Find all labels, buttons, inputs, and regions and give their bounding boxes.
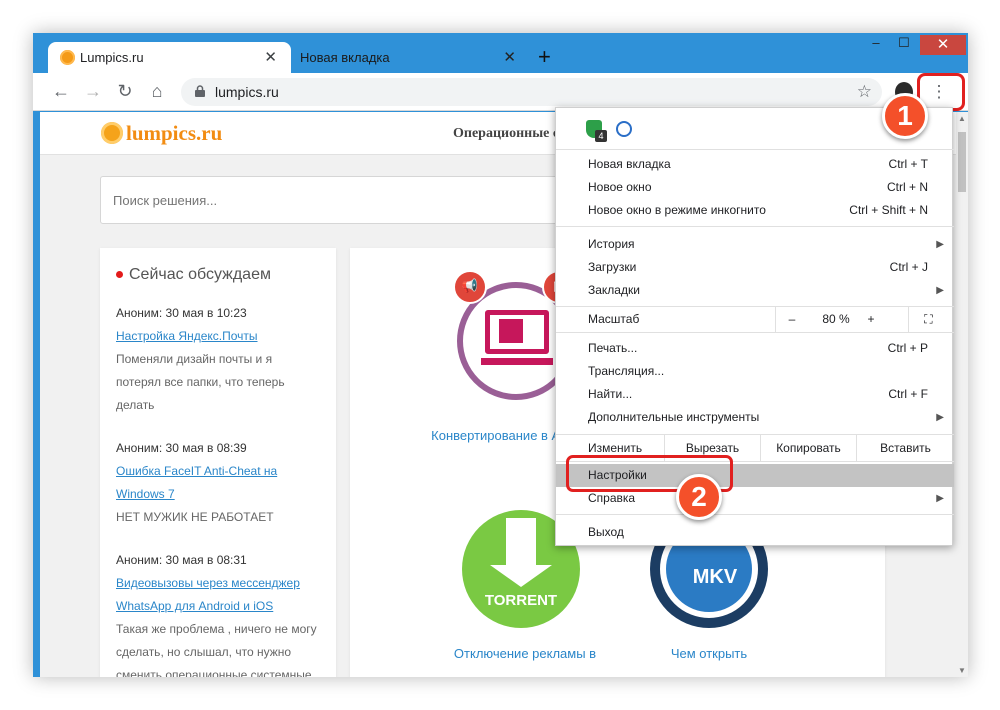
discussion-item: Аноним: 30 мая в 08:31 Видеовызовы через…	[116, 549, 320, 677]
torrent-label: TORRENT	[484, 592, 558, 609]
tab-lumpics[interactable]: Lumpics.ru ✕	[48, 42, 291, 73]
address-bar[interactable]: lumpics.ru ☆	[181, 78, 882, 106]
reload-button[interactable]: ↻	[113, 79, 137, 103]
home-button[interactable]: ⌂	[145, 79, 169, 103]
menu-item-cast[interactable]: Трансляция...	[556, 360, 954, 383]
submenu-arrow-icon: ▶	[936, 493, 944, 504]
discussion-heading: Сейчас обсуждаем	[116, 266, 320, 284]
menu-divider	[556, 332, 954, 333]
zoom-in-button[interactable]: +	[859, 307, 883, 332]
play-icon	[499, 319, 523, 343]
discussion-meta: Аноним: 30 мая в 08:39	[116, 441, 247, 455]
tab-strip: Lumpics.ru ✕ Новая вкладка ✕ + – ☐ ✕	[33, 33, 968, 73]
zoom-label: Масштаб	[588, 312, 640, 326]
zoom-value: 80 %	[822, 312, 850, 326]
tab-title: Lumpics.ru	[80, 50, 144, 65]
mkv-label: MKV	[692, 566, 738, 588]
site-logo[interactable]: lumpics.ru	[126, 121, 222, 146]
menu-item-new-tab[interactable]: Новая вкладка Ctrl + T	[556, 153, 954, 176]
minimize-button[interactable]: –	[864, 35, 888, 55]
search-input[interactable]	[101, 177, 579, 223]
discussion-meta: Аноним: 30 мая в 08:31	[116, 553, 247, 567]
submenu-arrow-icon: ▶	[936, 285, 944, 296]
tab-title: Новая вкладка	[300, 50, 390, 65]
bookmark-star-icon[interactable]: ☆	[857, 78, 872, 106]
menu-divider	[556, 514, 954, 515]
menu-item-new-window[interactable]: Новое окно Ctrl + N	[556, 176, 954, 199]
scroll-up-icon[interactable]: ▲	[957, 114, 967, 123]
maximize-button[interactable]: ☐	[892, 35, 916, 55]
menu-item-more-tools[interactable]: Дополнительные инструменты ▶	[556, 406, 954, 429]
discussion-link[interactable]: Настройка Яндекс.Почты	[116, 325, 320, 348]
tab-close-icon[interactable]: ✕	[264, 42, 277, 73]
scroll-down-icon[interactable]: ▼	[957, 666, 967, 675]
live-dot-icon	[116, 271, 123, 279]
tab-new[interactable]: Новая вкладка ✕	[288, 42, 530, 73]
zoom-out-button[interactable]: –	[780, 307, 804, 332]
extension-badge: 4	[595, 130, 607, 142]
monitor-stand-icon	[481, 358, 553, 365]
browser-toolbar: ← → ↻ ⌂ lumpics.ru ☆ ⋮	[33, 73, 968, 111]
menu-zoom-row: Масштаб – 80 % + ⛶	[556, 307, 954, 332]
copy-button[interactable]: Копировать	[760, 435, 856, 461]
menu-item-print[interactable]: Печать... Ctrl + P	[556, 337, 954, 360]
new-tab-button[interactable]: +	[538, 46, 551, 68]
menu-item-find[interactable]: Найти... Ctrl + F	[556, 383, 954, 406]
fullscreen-icon[interactable]: ⛶	[908, 307, 948, 332]
url-text: lumpics.ru	[215, 84, 279, 100]
menu-item-incognito[interactable]: Новое окно в режиме инкогнито Ctrl + Shif…	[556, 199, 954, 222]
discussion-excerpt: Такая же проблема , ничего не могу сдела…	[116, 622, 317, 677]
discussion-excerpt: НЕТ МУЖИК НЕ РАБОТАЕТ	[116, 510, 274, 524]
forward-button[interactable]: →	[81, 79, 105, 103]
site-nav-item[interactable]: Операционные с	[453, 126, 559, 142]
discussion-item: Аноним: 30 мая в 10:23 Настройка Яндекс.…	[116, 302, 320, 417]
lock-icon	[195, 85, 205, 97]
site-search[interactable]	[100, 176, 580, 224]
discussion-item: Аноним: 30 мая в 08:39 Ошибка FaceIT Ant…	[116, 437, 320, 529]
submenu-arrow-icon: ▶	[936, 239, 944, 250]
discussion-excerpt: Поменяли дизайн почты и я потерял все па…	[116, 352, 285, 412]
menu-item-downloads[interactable]: Загрузки Ctrl + J	[556, 256, 954, 279]
menu-item-exit[interactable]: Выход	[556, 521, 954, 544]
step-1-marker: 1	[882, 93, 928, 139]
submenu-arrow-icon: ▶	[936, 412, 944, 423]
paste-button[interactable]: Вставить	[856, 435, 954, 461]
tab-close-icon[interactable]: ✕	[503, 42, 516, 73]
close-window-button[interactable]: ✕	[920, 35, 966, 55]
back-button[interactable]: ←	[49, 79, 73, 103]
menu-divider	[556, 149, 954, 150]
step-2-marker: 2	[676, 474, 722, 520]
discussion-link[interactable]: Ошибка FaceIT Anti-Cheat на Windows 7	[116, 460, 320, 506]
orange-logo-icon	[101, 122, 123, 144]
discussion-panel: Сейчас обсуждаем Аноним: 30 мая в 10:23 …	[100, 248, 336, 677]
article-title[interactable]: Отключение рекламы в	[430, 646, 620, 661]
download-arrow-icon	[506, 518, 536, 566]
download-arrowhead-icon	[490, 565, 552, 587]
zoom-controls: – 80 % + ⛶	[775, 307, 954, 332]
megaphone-icon: 📢	[453, 270, 487, 304]
menu-item-history[interactable]: История ▶	[556, 233, 954, 256]
article-title[interactable]: Чем открыть	[650, 646, 768, 661]
menu-divider	[556, 226, 954, 227]
lumpics-favicon-icon	[60, 50, 75, 65]
discussion-meta: Аноним: 30 мая в 10:23	[116, 306, 247, 320]
page-scrollbar[interactable]: ▲ ▼	[956, 112, 968, 677]
scroll-thumb[interactable]	[958, 132, 966, 192]
menu-item-bookmarks[interactable]: Закладки ▶	[556, 279, 954, 302]
discussion-link[interactable]: Видеовызовы через мессенджер WhatsApp дл…	[116, 572, 320, 618]
sync-extension-icon[interactable]	[616, 121, 632, 137]
